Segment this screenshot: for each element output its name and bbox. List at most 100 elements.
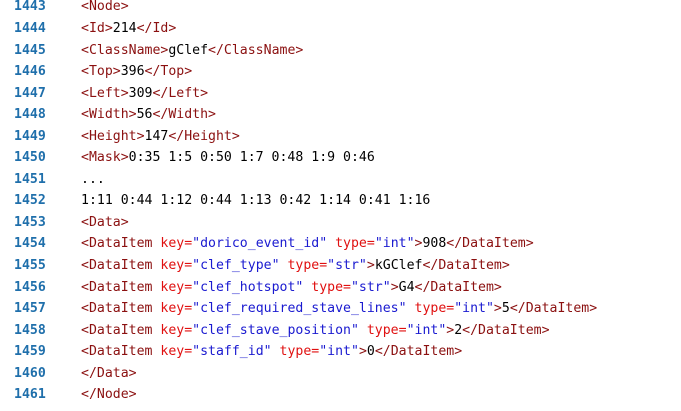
line-number: 1454 — [14, 236, 46, 252]
code-token: "int" — [319, 344, 359, 360]
line-number: 1461 — [14, 387, 46, 403]
code-token: </Node> — [81, 387, 137, 403]
code-editor[interactable]: 1443 <Node> 1444 <Id>214</Id> 1445 <ClassName… — [0, 0, 681, 411]
line-number: 1458 — [14, 322, 46, 338]
code-line[interactable]: 1459 <DataItem key="staff_id" type="int">… — [0, 341, 681, 363]
code-token: type= — [335, 236, 375, 252]
line-number: 1449 — [14, 128, 46, 144]
line-content: <Left>309</Left> — [81, 83, 208, 105]
code-token: 908 — [422, 236, 447, 252]
code-token: gClef — [168, 42, 209, 58]
code-token: > — [366, 258, 375, 273]
code-token: <DataItem — [81, 322, 161, 338]
code-token: "clef_type" — [192, 258, 280, 273]
line-content: <DataItem key="clef_stave_position" type… — [81, 320, 550, 342]
code-token: "clef_stave_position" — [192, 322, 359, 338]
line-number: 1459 — [14, 344, 46, 360]
line-number: 1455 — [14, 258, 46, 273]
line-number: 1450 — [14, 150, 46, 166]
code-token: key= — [160, 279, 193, 295]
code-token: key= — [160, 344, 193, 360]
code-token: 147 — [144, 128, 169, 144]
code-token: "clef_required_stave_lines" — [192, 301, 407, 317]
code-line[interactable]: 1454 <DataItem key="dorico_event_id" type… — [0, 233, 681, 255]
code-token: 2 — [454, 322, 463, 338]
code-token: 396 — [120, 64, 145, 80]
code-line[interactable]: 1444 <Id>214</Id> — [0, 18, 681, 40]
code-token: 0 — [366, 344, 375, 360]
code-token: </DataItem> — [462, 322, 550, 338]
code-token: </Id> — [136, 20, 177, 36]
code-token: "str" — [350, 279, 391, 295]
code-token: "int" — [374, 236, 415, 252]
line-content: <ClassName>gClef</ClassName> — [81, 40, 303, 62]
code-line[interactable]: 1461 </Node> — [0, 384, 681, 406]
line-content: <Id>214</Id> — [81, 18, 176, 40]
line-content: <Width>56</Width> — [81, 104, 216, 126]
line-number: 1445 — [14, 42, 46, 58]
code-token: <Node> — [81, 0, 129, 15]
line-number: 1444 — [14, 20, 46, 36]
code-token: </Left> — [152, 85, 209, 101]
code-token: type= — [366, 322, 407, 338]
line-content: <Node> — [81, 0, 129, 18]
code-line[interactable]: 1457 <DataItem key="clef_required_stave_l… — [0, 298, 681, 320]
line-content: <DataItem key="clef_hotspot" type="str">… — [81, 277, 502, 299]
code-token: key= — [160, 236, 193, 252]
line-content: <DataItem key="staff_id" type="int">0</D… — [81, 341, 462, 363]
code-token: key= — [160, 258, 193, 273]
code-token: > — [390, 279, 399, 295]
code-line[interactable]: 1452 1:11 0:44 1:12 0:44 1:13 0:42 1:14 0… — [0, 190, 681, 212]
code-token: 5 — [501, 301, 510, 317]
code-token: 1:11 0:44 1:12 0:44 1:13 0:42 1:14 0:41 … — [81, 193, 431, 209]
code-line[interactable]: 1447 <Left>309</Left> — [0, 83, 681, 105]
code-line[interactable]: 1460 </Data> — [0, 363, 681, 385]
code-line[interactable]: 1448 <Width>56</Width> — [0, 104, 681, 126]
code-line[interactable]: 1445 <ClassName>gClef</ClassName> — [0, 40, 681, 62]
code-token: type= — [311, 279, 351, 295]
code-line[interactable]: 1455 <DataItem key="clef_type" type="str"… — [0, 255, 681, 277]
line-content: <Mask>0:35 1:5 0:50 1:7 0:48 1:9 0:46 — [81, 147, 375, 169]
code-line[interactable]: 1456 <DataItem key="clef_hotspot" type="s… — [0, 277, 681, 299]
code-token: G4 — [398, 279, 415, 295]
code-token: "int" — [454, 301, 494, 317]
code-token: > — [358, 344, 367, 360]
code-line[interactable]: 1443 <Node> — [0, 0, 681, 18]
code-token: <Mask> — [81, 150, 129, 166]
code-token: </DataItem> — [446, 236, 534, 252]
code-token: </Height> — [168, 128, 240, 144]
code-token: <DataItem — [81, 344, 161, 360]
line-number: 1446 — [14, 64, 46, 80]
line-content: <DataItem key="clef_type" type="str">kGC… — [81, 255, 510, 277]
code-line[interactable]: 1450 <Mask>0:35 1:5 0:50 1:7 0:48 1:9 0:4… — [0, 147, 681, 169]
code-token: </Data> — [81, 365, 137, 381]
line-content: <DataItem key="dorico_event_id" type="in… — [81, 233, 534, 255]
code-token: </DataItem> — [374, 344, 463, 360]
code-line[interactable]: 1451... — [0, 169, 681, 191]
code-token: </DataItem> — [422, 258, 510, 273]
code-line[interactable]: 1449 <Height>147</Height> — [0, 126, 681, 148]
line-content: </Data> — [81, 363, 137, 385]
code-token: "int" — [406, 322, 447, 338]
code-token: kGClef — [374, 258, 423, 273]
line-number: 1460 — [14, 365, 46, 381]
line-content: <Height>147</Height> — [81, 126, 240, 148]
code-token: <ClassName> — [81, 42, 169, 58]
code-line[interactable]: 1453 <Data> — [0, 212, 681, 234]
code-line[interactable]: 1458 <DataItem key="clef_stave_position" … — [0, 320, 681, 342]
line-number: 1457 — [14, 301, 46, 317]
code-token: <Data> — [81, 214, 129, 230]
code-token: 56 — [136, 107, 153, 123]
code-line[interactable]: 1446 <Top>396</Top> — [0, 61, 681, 83]
code-token: <Left> — [81, 85, 129, 101]
line-content: </Node> — [81, 384, 137, 406]
code-token: type= — [287, 258, 328, 273]
line-number: 1453 — [14, 214, 46, 230]
code-token: > — [493, 301, 502, 317]
line-content: <Data> — [81, 212, 129, 234]
code-token: <Id> — [81, 20, 113, 36]
